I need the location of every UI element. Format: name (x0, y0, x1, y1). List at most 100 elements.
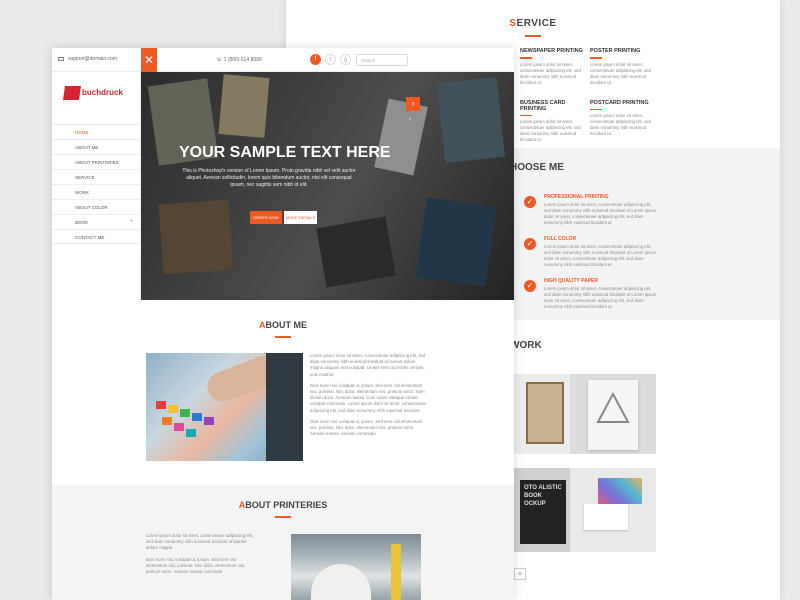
work-title: WORK (510, 340, 542, 351)
work-title-rest: WORK (510, 340, 542, 351)
phone-contact: ☏ 1 (800) 614 8090 (216, 57, 262, 63)
service-item: POSTER PRINTING Lorem ipsum dolor sit am… (590, 48, 660, 86)
expand-plus-icon[interactable]: + (129, 215, 133, 230)
about-me-image (146, 353, 303, 461)
service-item: NEWSPAPER PRINTING Lorem ipsum dolor sit… (520, 48, 590, 86)
load-more-plus-icon[interactable]: + (514, 568, 526, 580)
service-item-text: Lorem ipsum dolor sit amet, consectetuer… (520, 119, 581, 142)
email-contact[interactable]: support@domain.com (58, 56, 117, 62)
printeries-paragraph: Lorem ipsum dolor sit amet, consectetuer… (146, 533, 253, 551)
machine-shape (266, 353, 303, 461)
service-item-title: NEWSPAPER PRINTING (520, 48, 583, 54)
service-item-underline (590, 108, 602, 110)
facebook-icon[interactable]: f (310, 54, 321, 65)
googleplus-icon[interactable]: g (340, 54, 351, 65)
paper-roll-shape (311, 564, 371, 600)
feature-title: PROFESSIONAL PRINTING (544, 194, 609, 200)
service-item-text: Lorem ipsum dolor sit amet, consectetuer… (590, 113, 651, 136)
feature-text: Lorem ipsum dolor sit amet, consectetuer… (544, 202, 657, 225)
printeries-title-underline (275, 516, 291, 518)
nav-item-book[interactable]: BOOK + (52, 214, 141, 229)
top-bar: support@domain.com ✕ ☏ 1 (800) 614 8090 … (52, 48, 514, 72)
close-menu-button[interactable]: ✕ (141, 48, 157, 72)
slider-prev-arrow-icon[interactable]: ‹ (409, 116, 411, 123)
feature-title: HIGH QUALITY PAPER (544, 278, 598, 284)
hero-title: YOUR SAMPLE TEXT HERE (179, 144, 391, 161)
service-item-text: Lorem ipsum dolor sit amet, consectetuer… (520, 61, 581, 85)
more-details-button[interactable]: MORE DETAILS (284, 211, 317, 224)
sidebar-nav: HOME ABOUT ME ABOUT PRINTERIES SERVICE W… (52, 124, 141, 244)
logo[interactable]: buchdruck (63, 84, 124, 106)
nav-item-about-color[interactable]: ABOUT COLOR (52, 199, 141, 214)
work-thumb-book[interactable]: OTO ALISTIC BOOK OCKUP (514, 468, 572, 552)
about-me-text: Lorem ipsum dolor sit amet, consectetuer… (310, 353, 428, 442)
feature-text: Lorem ipsum dolor sit amet, consectetuer… (544, 244, 657, 267)
color-swatch (174, 423, 184, 431)
about-printeries-title: ABOUT PRINTERIES (52, 500, 514, 518)
printeries-text: Lorem ipsum dolor sit amet, consectetuer… (146, 533, 256, 580)
nav-item-about-printeries[interactable]: ABOUT PRINTERIES (52, 154, 141, 169)
color-swatch (192, 413, 202, 421)
check-icon: ✓ (524, 238, 536, 250)
service-item-title: POSTER PRINTING (590, 48, 641, 54)
color-swatch (204, 417, 214, 425)
about-printeries-section: ABOUT PRINTERIES Lorem ipsum dolor sit a… (52, 485, 514, 600)
feature-title: FULL COLOR (544, 236, 577, 242)
about-me-title: ABOUT ME (52, 320, 514, 338)
check-icon: ✓ (524, 196, 536, 208)
work-thumb-poster[interactable] (570, 374, 656, 454)
color-swatch (186, 429, 196, 437)
choose-me-title: HOOSE ME (510, 162, 564, 173)
hero-description: This is Photoshop's version of Lorem Ips… (182, 168, 356, 188)
hero-slider: YOUR SAMPLE TEXT HERE This is Photoshop'… (141, 72, 514, 300)
sidebar: buchdruck HOME ABOUT ME ABOUT PRINTERIES… (52, 72, 141, 300)
service-grid: NEWSPAPER PRINTING Lorem ipsum dolor sit… (520, 48, 670, 143)
service-item-title: BUSINESS CARD PRINTING (520, 99, 566, 112)
choose-title-rest: HOOSE ME (510, 162, 564, 173)
service-title-first: S (509, 18, 517, 29)
card-image-white (584, 504, 628, 530)
about-paragraph: Duis nunc nisl, volutpat ut, ipsum. Sed … (310, 382, 427, 413)
about-paragraph: Duis nunc nisl, volutpat ut, ipsum. Sed … (310, 418, 423, 437)
feature-text: Lorem ipsum dolor sit amet, consectetuer… (544, 286, 657, 309)
service-item: BUSINESS CARD PRINTING Lorem ipsum dolor… (520, 100, 590, 144)
poster-image (588, 380, 638, 450)
service-item-underline (520, 57, 532, 59)
service-title-underline (525, 35, 541, 37)
color-swatch (180, 409, 190, 417)
logo-text: buchdruck (82, 88, 123, 97)
nav-item-home[interactable]: HOME (52, 124, 141, 139)
machine-post-shape (391, 544, 401, 600)
twitter-icon[interactable]: t (325, 54, 336, 65)
service-item-underline (590, 57, 602, 59)
about-title-rest: BOUT ME (265, 320, 308, 330)
nav-item-service[interactable]: SERVICE (52, 169, 141, 184)
service-item-underline (520, 114, 532, 116)
printeries-image (291, 534, 421, 600)
email-text: support@domain.com (68, 56, 117, 62)
about-title-underline (275, 336, 291, 338)
service-item: POSTCARD PRINTING Lorem ipsum dolor sit … (590, 100, 660, 144)
envelope-icon (58, 57, 64, 61)
check-icon: ✓ (524, 280, 536, 292)
frame-image (526, 382, 564, 444)
color-swatch (156, 401, 166, 409)
service-title-rest: ERVICE (516, 18, 557, 29)
about-paragraph: Lorem ipsum dolor sit amet, consectetuer… (310, 353, 426, 377)
nav-item-contact-me[interactable]: CONTACT ME (52, 229, 141, 244)
search-input[interactable]: Search (356, 54, 408, 66)
nav-item-book-label: BOOK (75, 220, 89, 225)
color-swatch (168, 405, 178, 413)
order-now-button[interactable]: ORDER NOW (250, 211, 282, 224)
front-page-preview: support@domain.com ✕ ☏ 1 (800) 614 8090 … (52, 48, 514, 600)
nav-item-about-me[interactable]: ABOUT ME (52, 139, 141, 154)
slider-next-arrow-icon[interactable]: › (406, 97, 420, 111)
logo-mark-icon (63, 86, 81, 100)
printeries-title-rest: BOUT PRINTERIES (245, 500, 328, 510)
nav-item-work[interactable]: WORK (52, 184, 141, 199)
work-thumb-cards[interactable] (570, 468, 656, 552)
card-image-colorful (598, 478, 642, 504)
phone-text: 1 (800) 614 8090 (223, 57, 262, 63)
service-item-title: POSTCARD PRINTING (590, 99, 649, 106)
service-item-text: Lorem ipsum dolor sit amet, consectetuer… (590, 61, 651, 85)
